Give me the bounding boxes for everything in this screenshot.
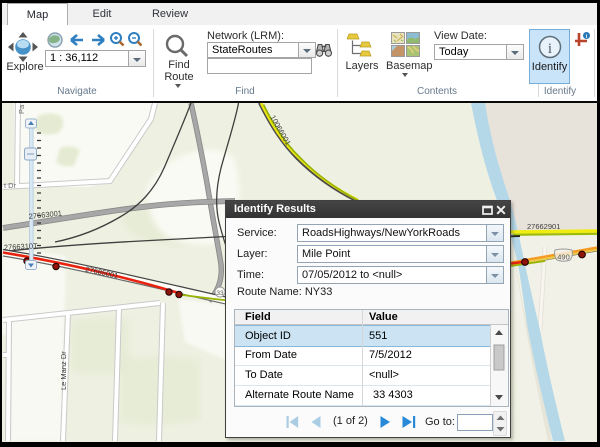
svg-text:Le Manz Dr: Le Manz Dr xyxy=(59,351,68,390)
svg-text:33: 33 xyxy=(216,290,224,297)
svg-text:t Dr: t Dr xyxy=(4,181,17,190)
svg-text:27662901: 27662901 xyxy=(527,222,560,231)
svg-text:490: 490 xyxy=(557,253,570,262)
svg-text:Pa: Pa xyxy=(17,104,26,114)
svg-text:2766310T: 2766310T xyxy=(4,241,39,252)
svg-text:i: i xyxy=(548,41,552,57)
